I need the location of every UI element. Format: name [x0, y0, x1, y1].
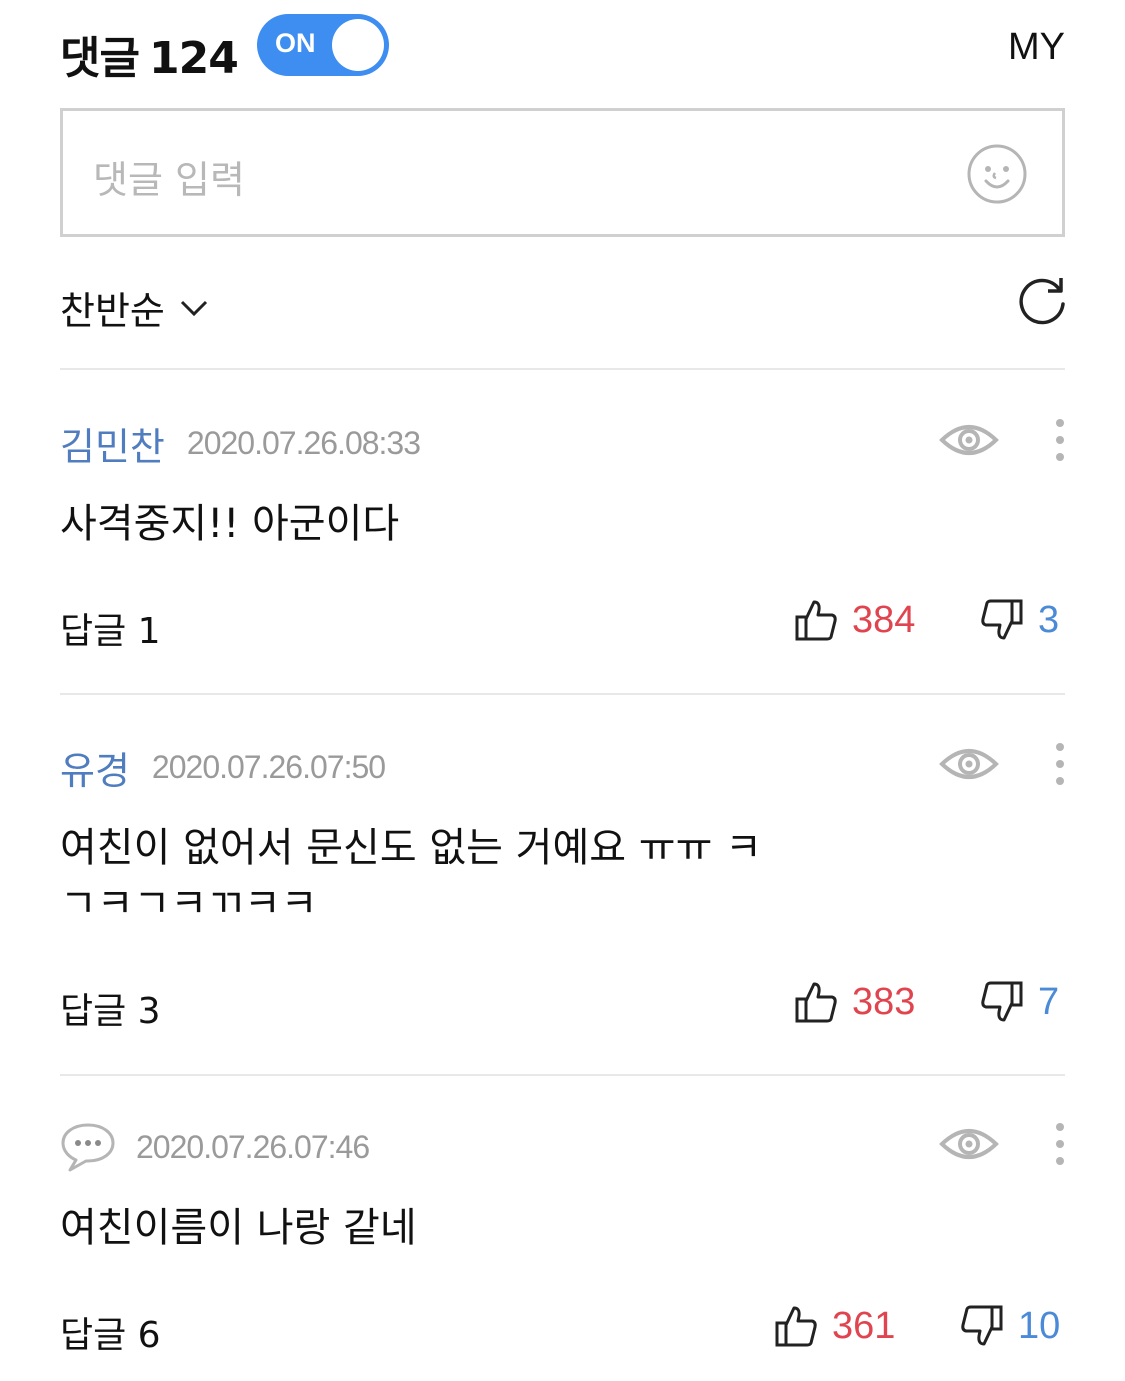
like-button[interactable]: 361 [774, 1304, 895, 1348]
reply-button[interactable]: 답글 3 [60, 982, 161, 1034]
comment-date: 2020.07.26.08:33 [186, 424, 421, 461]
comments-count: 124 [148, 33, 239, 84]
comment-date: 2020.07.26.07:50 [151, 748, 386, 785]
comments-header: 댓글 124 ON MY [60, 12, 1065, 84]
comment-date: 2020.07.26.07:46 [136, 1128, 370, 1165]
comment-input-placeholder: 댓글 입력 [93, 158, 245, 202]
toggle-knob [332, 19, 384, 71]
more-options-icon[interactable] [1055, 418, 1065, 462]
dislike-count: 7 [1038, 980, 1060, 1023]
comments-title: 댓글 124 [60, 22, 239, 86]
eye-icon[interactable] [939, 744, 999, 784]
refresh-icon[interactable] [1015, 274, 1069, 328]
dislike-count: 3 [1038, 598, 1060, 641]
speech-bubble-icon [61, 1123, 115, 1172]
comments-title-label: 댓글 [60, 33, 140, 84]
comment-text: 여친이 없어서 문신도 없는 거예요 ㅠㅠ ㅋㄱㅋㄱㅋㄲㅋㅋ [60, 825, 762, 927]
eye-icon[interactable] [939, 1124, 999, 1164]
thumbs-up-icon [775, 1306, 817, 1347]
smiley-face-icon[interactable] [966, 143, 1028, 205]
my-button[interactable]: MY [1008, 26, 1065, 69]
comment-text: 여친이름이 나랑 같네 [60, 1205, 417, 1251]
comment-author[interactable]: 유경 [60, 740, 130, 795]
reply-button[interactable]: 답글 1 [60, 602, 161, 654]
like-count: 384 [852, 598, 916, 641]
comment-divider [60, 1074, 1065, 1076]
thumbs-up-icon [795, 982, 837, 1023]
more-options-icon[interactable] [1055, 742, 1065, 786]
like-count: 383 [852, 980, 916, 1023]
thumbs-up-icon [795, 600, 837, 641]
dislike-count: 10 [1018, 1304, 1061, 1347]
dislike-button[interactable]: 7 [980, 980, 1059, 1024]
like-button[interactable]: 384 [794, 598, 915, 642]
like-button[interactable]: 383 [794, 980, 915, 1024]
comment-divider [60, 693, 1065, 695]
comment-author[interactable]: 김민찬 [60, 416, 165, 471]
reply-button[interactable]: 답글 6 [60, 1306, 161, 1358]
thumbs-down-icon [961, 1305, 1003, 1346]
toggle-label: ON [275, 28, 316, 58]
sort-dropdown[interactable]: 찬반순 [60, 280, 209, 335]
comment-meta: 2020.07.26.07:46 [60, 1122, 370, 1172]
thumbs-down-icon [981, 981, 1023, 1022]
section-divider [60, 368, 1065, 370]
comment-text: 사격중지!! 아군이다 [60, 501, 400, 547]
comment-meta: 김민찬 2020.07.26.08:33 [60, 416, 421, 471]
comment-input-field[interactable]: 댓글 입력 [60, 108, 1065, 237]
eye-icon[interactable] [939, 420, 999, 460]
comments-on-toggle[interactable]: ON [257, 14, 389, 76]
sort-label: 찬반순 [60, 289, 165, 333]
dislike-button[interactable]: 10 [960, 1304, 1060, 1348]
more-options-icon[interactable] [1055, 1122, 1065, 1166]
thumbs-down-icon [981, 599, 1023, 640]
comment-meta: 유경 2020.07.26.07:50 [60, 740, 386, 795]
like-count: 361 [832, 1304, 896, 1347]
chevron-down-icon [180, 300, 207, 316]
dislike-button[interactable]: 3 [980, 598, 1059, 642]
